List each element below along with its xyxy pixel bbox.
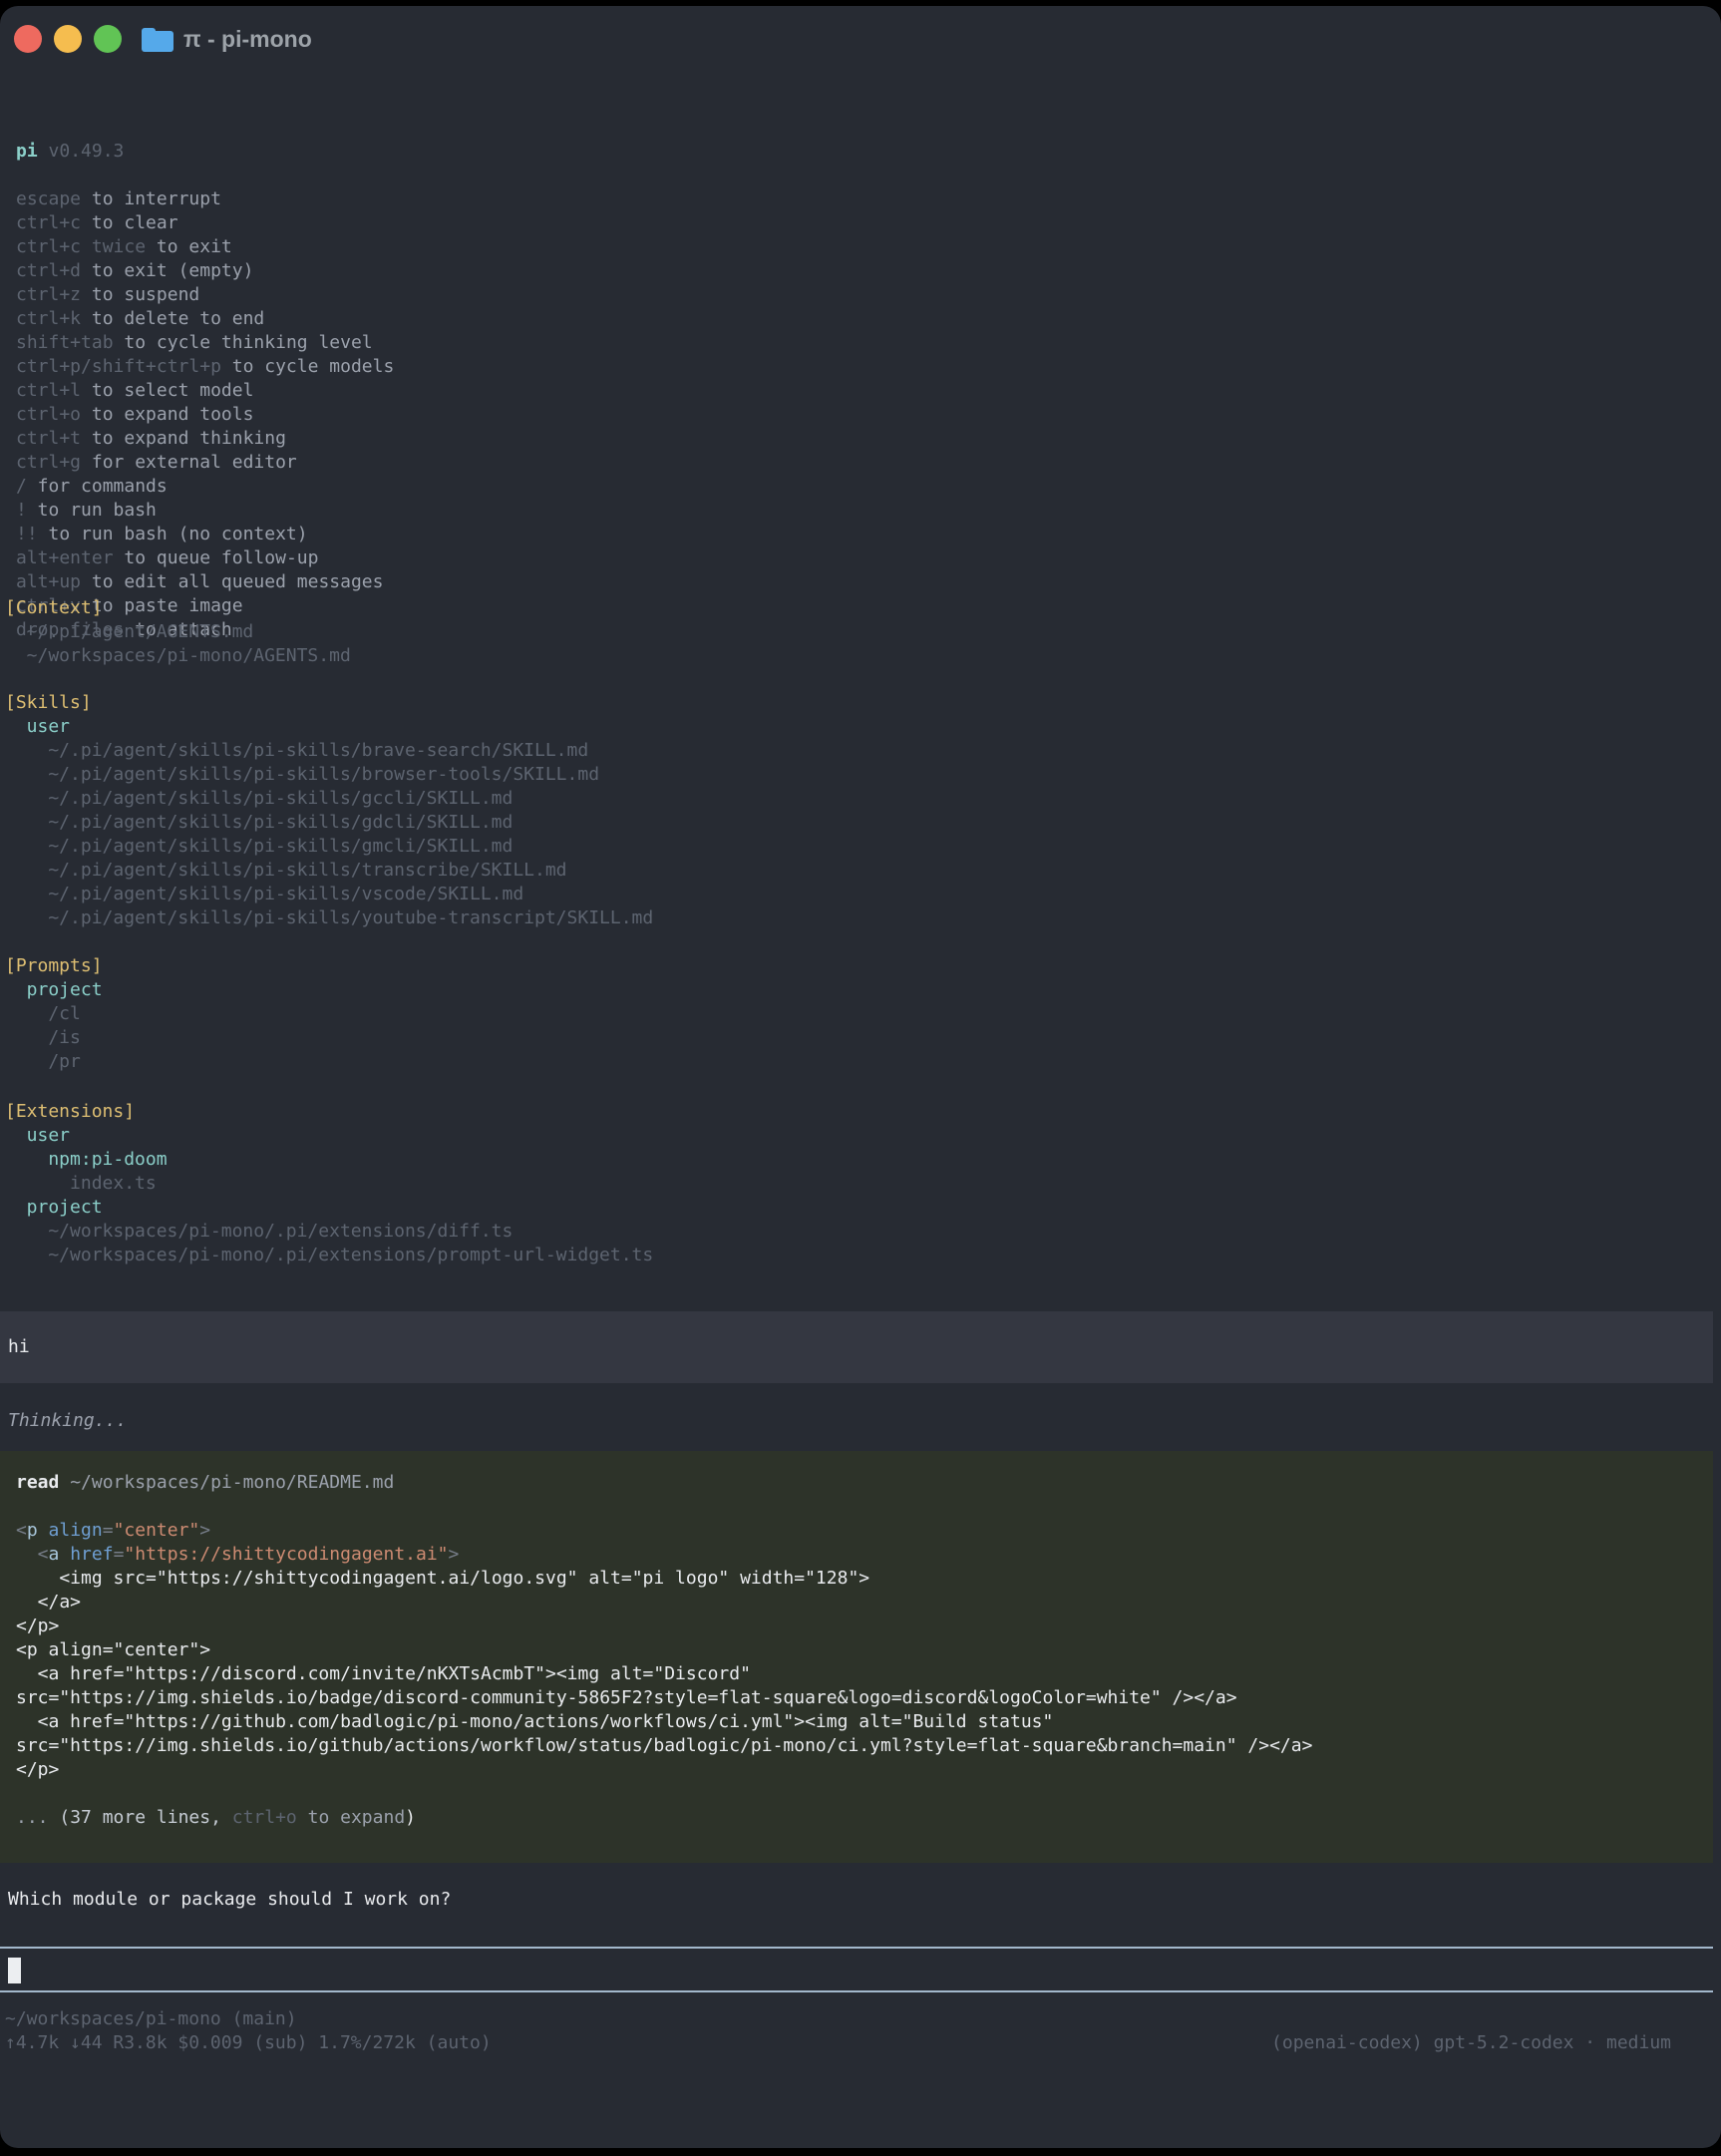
tool-output-line: <p align="center"> [16,1519,1312,1543]
status-cwd: ~/workspaces/pi-mono (main) [5,2007,297,2031]
tool-output-line [16,1782,1312,1806]
section-row: ~/workspaces/pi-mono/.pi/extensions/diff… [5,1220,653,1244]
prompt-input[interactable] [0,1947,1713,1992]
shortcut-line: shift+tab to cycle thinking level [16,331,394,355]
minimize-window-button[interactable] [54,25,82,53]
tool-output-line: src="https://img.shields.io/github/actio… [16,1734,1312,1758]
section-row: ~/.pi/agent/skills/pi-skills/gccli/SKILL… [5,787,653,811]
tool-output-line: src="https://img.shields.io/badge/discor… [16,1686,1312,1710]
shortcut-line: ctrl+t to expand thinking [16,427,394,451]
tool-call-block: read ~/workspaces/pi-mono/README.md <p a… [0,1451,1713,1863]
user-message-text: hi [8,1335,30,1359]
title-bar: π - pi-mono [0,6,1721,62]
shortcut-line: escape to interrupt [16,187,394,211]
window-title: π - pi-mono [183,26,312,53]
tool-output-line: </p> [16,1758,1312,1782]
section-row: /is [5,1026,103,1050]
section-extensions: [Extensions] user npm:pi-doom index.ts p… [5,1100,653,1267]
help-shortcuts-block: pi v0.49.3 escape to interruptctrl+c to … [16,92,394,642]
shortcut-line: ctrl+d to exit (empty) [16,259,394,283]
section-row: /cl [5,1002,103,1026]
status-token-stats: ↑4.7k ↓44 R3.8k $0.009 (sub) 1.7%/272k (… [5,2031,492,2055]
shortcut-line: alt+up to edit all queued messages [16,570,394,594]
tool-output-line: read ~/workspaces/pi-mono/README.md [16,1471,1312,1495]
section-row: ~/.pi/agent/skills/pi-skills/brave-searc… [5,739,653,763]
section-header: [Context] [5,596,351,620]
tool-output-line: </a> [16,1591,1312,1615]
app-name: pi [16,141,38,162]
section-row: ~/.pi/agent/skills/pi-skills/gdcli/SKILL… [5,811,653,835]
tool-output-line: <p align="center"> [16,1638,1312,1662]
shortcut-line: ctrl+l to select model [16,379,394,403]
shortcut-line: ctrl+c to clear [16,211,394,235]
section-header: [Prompts] [5,954,103,978]
shortcut-line: / for commands [16,475,394,499]
section-header: [Extensions] [5,1100,653,1124]
close-window-button[interactable] [14,25,42,53]
thinking-indicator: Thinking... [8,1409,127,1433]
section-row: index.ts [5,1172,653,1196]
app-version: v0.49.3 [49,141,125,162]
tool-output-line: </p> [16,1615,1312,1638]
shortcut-line: ctrl+g for external editor [16,451,394,475]
section-row: project [5,978,103,1002]
tool-output-line: <a href="https://github.com/badlogic/pi-… [16,1710,1312,1734]
version-line: pi v0.49.3 [16,140,394,164]
section-row: ~/.pi/agent/skills/pi-skills/transcribe/… [5,859,653,883]
user-message-box: hi [0,1311,1713,1383]
tool-output-line: <img src="https://shittycodingagent.ai/l… [16,1567,1312,1591]
tool-output-line: <a href="https://discord.com/invite/nKXT… [16,1662,1312,1686]
shortcut-line: ctrl+z to suspend [16,283,394,307]
section-row: user [5,715,653,739]
section-row: user [5,1124,653,1148]
zoom-window-button[interactable] [94,25,122,53]
section-row: ~/workspaces/pi-mono/AGENTS.md [5,644,351,668]
shortcut-line: ctrl+c twice to exit [16,235,394,259]
tool-output-line [16,1495,1312,1519]
shortcut-line: ctrl+o to expand tools [16,403,394,427]
section-row: ~/.pi/agent/skills/pi-skills/gmcli/SKILL… [5,835,653,859]
section-row: ~/.pi/agent/AGENTS.md [5,620,351,644]
section-row: ~/.pi/agent/skills/pi-skills/browser-too… [5,763,653,787]
folder-icon [142,28,173,52]
section-row: ~/workspaces/pi-mono/.pi/extensions/prom… [5,1244,653,1267]
shortcut-line: ctrl+k to delete to end [16,307,394,331]
section-row: /pr [5,1050,103,1074]
section-row: npm:pi-doom [5,1148,653,1172]
tool-output-line: <a href="https://shittycodingagent.ai"> [16,1543,1312,1567]
tool-output: read ~/workspaces/pi-mono/README.md <p a… [16,1471,1312,1830]
section-row: project [5,1196,653,1220]
section-context: [Context] ~/.pi/agent/AGENTS.md ~/worksp… [5,596,351,668]
shortcut-line: ctrl+p/shift+ctrl+p to cycle models [16,355,394,379]
text-cursor [8,1958,21,1983]
tool-output-line: ... (37 more lines, ctrl+o to expand) [16,1806,1312,1830]
shortcut-line: !! to run bash (no context) [16,523,394,546]
shortcut-line: ! to run bash [16,499,394,523]
section-row: ~/.pi/agent/skills/pi-skills/vscode/SKIL… [5,883,653,906]
section-prompts: [Prompts] project /cl /is /pr [5,954,103,1074]
status-model: (openai-codex) gpt-5.2-codex · medium [1271,2031,1671,2055]
section-row: ~/.pi/agent/skills/pi-skills/youtube-tra… [5,906,653,930]
assistant-question: Which module or package should I work on… [8,1888,451,1912]
section-skills: [Skills] user ~/.pi/agent/skills/pi-skil… [5,691,653,930]
section-header: [Skills] [5,691,653,715]
shortcut-line: alt+enter to queue follow-up [16,546,394,570]
